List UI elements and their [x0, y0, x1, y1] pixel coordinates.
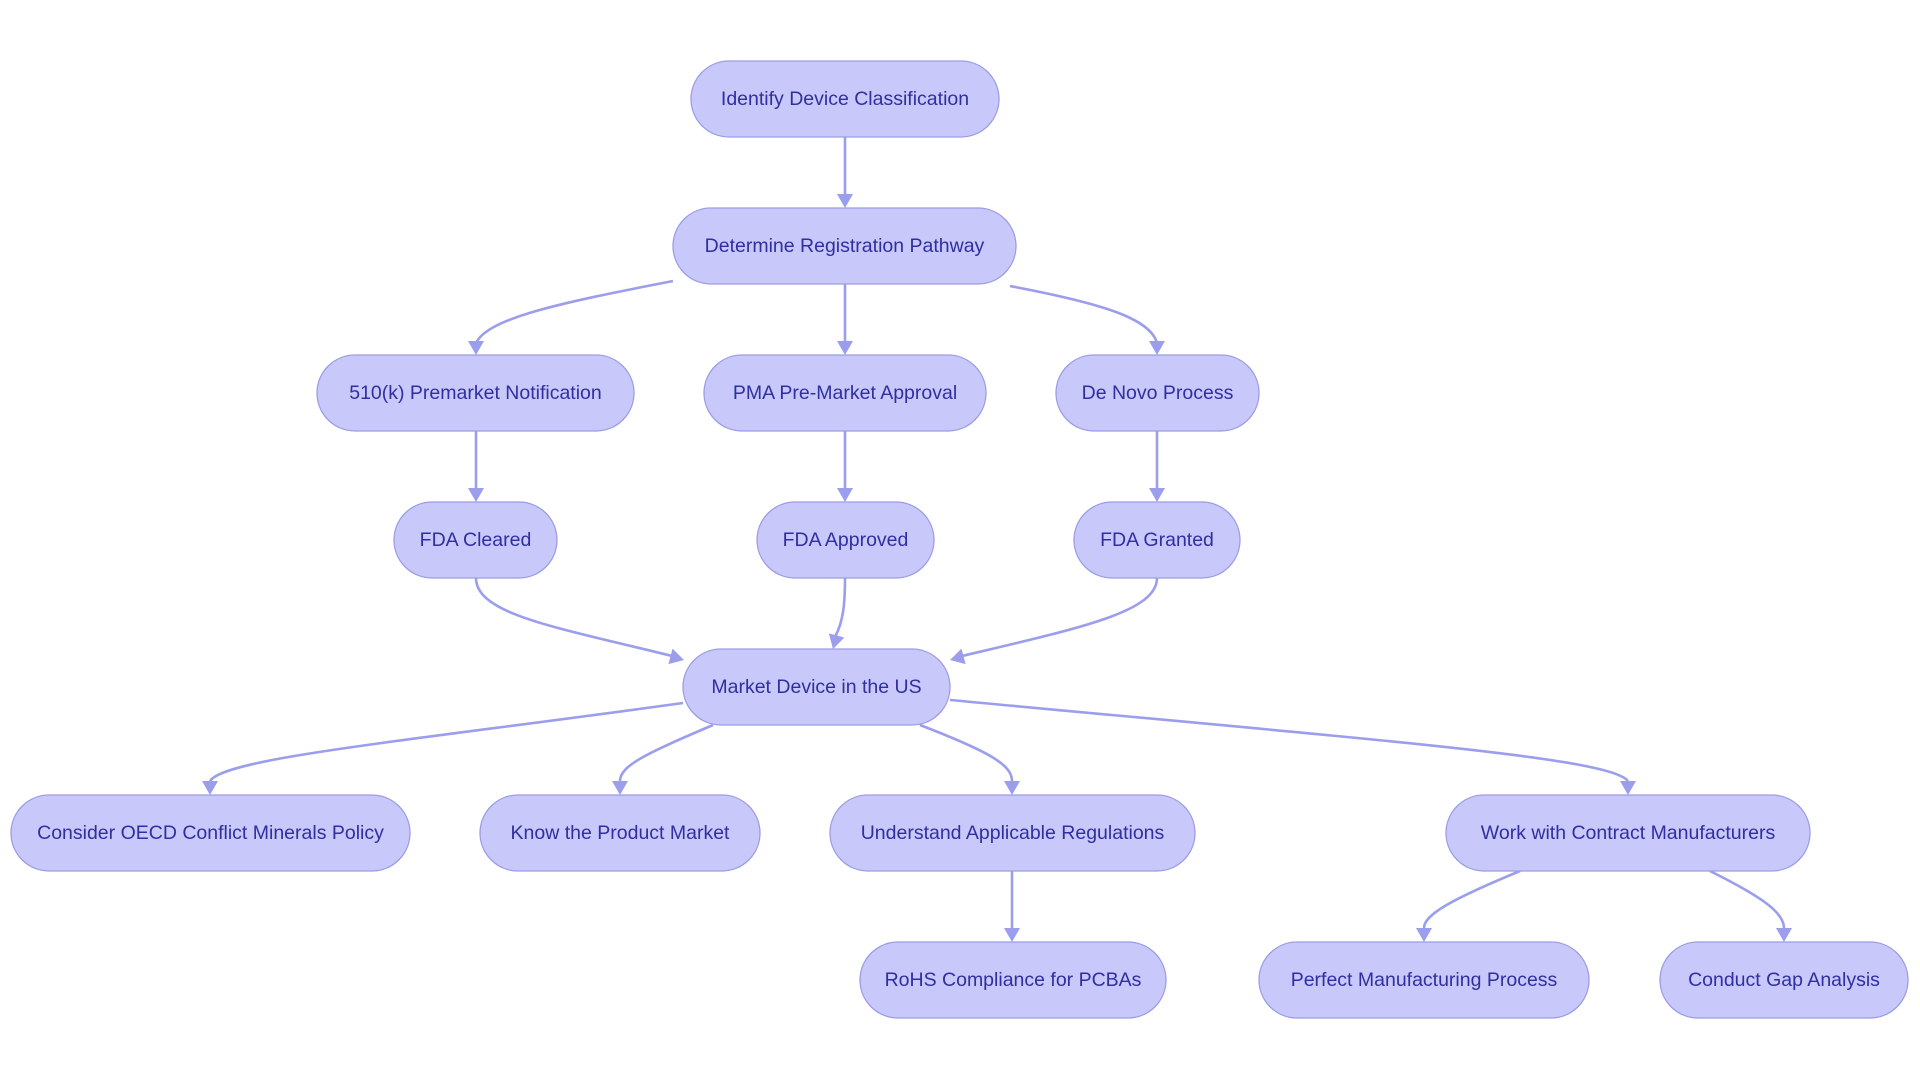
arrowhead-icon: [950, 648, 966, 665]
edge-work-to-perfect: [1416, 869, 1521, 942]
node-label: Work with Contract Manufacturers: [1481, 822, 1776, 844]
arrowhead-icon: [612, 781, 628, 795]
node-label: FDA Cleared: [420, 529, 532, 551]
node-work[interactable]: Work with Contract Manufacturers: [1445, 794, 1811, 872]
edge-line: [833, 577, 847, 638]
node-label: Identify Device Classification: [721, 88, 969, 110]
node-label: Market Device in the US: [711, 676, 921, 698]
arrowhead-icon: [1776, 928, 1792, 942]
arrowhead-icon: [1149, 488, 1165, 502]
node-pma[interactable]: PMA Pre-Market Approval: [703, 354, 987, 432]
arrowhead-icon: [668, 648, 684, 665]
edge-cleared-to-market: [474, 577, 684, 665]
arrowhead-icon: [1620, 781, 1636, 795]
node-k510[interactable]: 510(k) Premarket Notification: [316, 354, 635, 432]
edge-work-to-gap: [1709, 869, 1792, 942]
node-understand[interactable]: Understand Applicable Regulations: [829, 794, 1196, 872]
edge-line: [474, 577, 673, 658]
arrowhead-icon: [468, 341, 484, 355]
node-label: Understand Applicable Regulations: [861, 822, 1165, 844]
node-granted[interactable]: FDA Granted: [1073, 501, 1241, 579]
edge-pma-to-approved: [837, 431, 853, 502]
edge-determine-to-k510: [468, 279, 674, 355]
edge-line: [1422, 869, 1521, 929]
edge-k510-to-cleared: [468, 431, 484, 502]
arrowhead-icon: [1149, 341, 1165, 355]
arrowhead-icon: [1004, 928, 1020, 942]
node-perfect[interactable]: Perfect Manufacturing Process: [1258, 941, 1590, 1019]
node-label: FDA Approved: [783, 529, 909, 551]
node-label: Know the Product Market: [511, 822, 731, 844]
edge-granted-to-market: [950, 577, 1159, 665]
edge-determine-to-pma: [837, 284, 853, 355]
node-label: RoHS Compliance for PCBAs: [885, 969, 1142, 991]
node-rohs[interactable]: RoHS Compliance for PCBAs: [859, 941, 1167, 1019]
edge-determine-to-denovo: [1009, 284, 1165, 355]
edge-understand-to-rohs: [1004, 871, 1020, 942]
arrowhead-icon: [468, 488, 484, 502]
arrowhead-icon: [202, 781, 218, 795]
edge-line: [961, 577, 1159, 658]
node-gap[interactable]: Conduct Gap Analysis: [1659, 941, 1909, 1019]
edge-line: [1709, 869, 1786, 929]
edge-line: [618, 723, 714, 782]
edge-market-to-understand: [919, 723, 1020, 795]
node-label: 510(k) Premarket Notification: [349, 382, 602, 404]
node-determine[interactable]: Determine Registration Pathway: [672, 207, 1017, 285]
node-label: Perfect Manufacturing Process: [1291, 969, 1558, 991]
edge-market-to-know: [612, 723, 714, 795]
arrowhead-icon: [1004, 781, 1020, 795]
edge-market-to-work: [949, 698, 1636, 795]
arrowhead-icon: [837, 194, 853, 208]
node-label: Conduct Gap Analysis: [1688, 969, 1880, 991]
edge-identify-to-determine: [837, 137, 853, 208]
edge-line: [474, 279, 674, 344]
flowchart-canvas: Identify Device Classification Determine …: [10, 60, 1909, 1019]
node-label: Determine Registration Pathway: [705, 235, 985, 257]
node-label: De Novo Process: [1082, 382, 1234, 404]
edge-denovo-to-granted: [1149, 431, 1165, 502]
node-label: PMA Pre-Market Approval: [733, 382, 957, 404]
node-cleared[interactable]: FDA Cleared: [393, 501, 558, 579]
arrowhead-icon: [837, 341, 853, 355]
edge-market-to-oecd: [202, 701, 684, 795]
arrowhead-icon: [1416, 928, 1432, 942]
arrowhead-icon: [837, 488, 853, 502]
node-approved[interactable]: FDA Approved: [756, 501, 935, 579]
node-know[interactable]: Know the Product Market: [479, 794, 761, 872]
node-label: Consider OECD Conflict Minerals Policy: [37, 822, 384, 844]
edge-line: [949, 698, 1630, 782]
node-market[interactable]: Market Device in the US: [682, 648, 951, 726]
edge-line: [208, 701, 684, 782]
edge-line: [919, 723, 1014, 782]
node-denovo[interactable]: De Novo Process: [1055, 354, 1260, 432]
nodes-layer: Identify Device Classification Determine …: [10, 60, 1909, 1019]
edge-line: [1009, 284, 1159, 344]
node-label: FDA Granted: [1100, 529, 1214, 551]
node-identify[interactable]: Identify Device Classification: [690, 60, 1000, 138]
node-oecd[interactable]: Consider OECD Conflict Minerals Policy: [10, 794, 411, 872]
edge-approved-to-market: [828, 577, 847, 649]
